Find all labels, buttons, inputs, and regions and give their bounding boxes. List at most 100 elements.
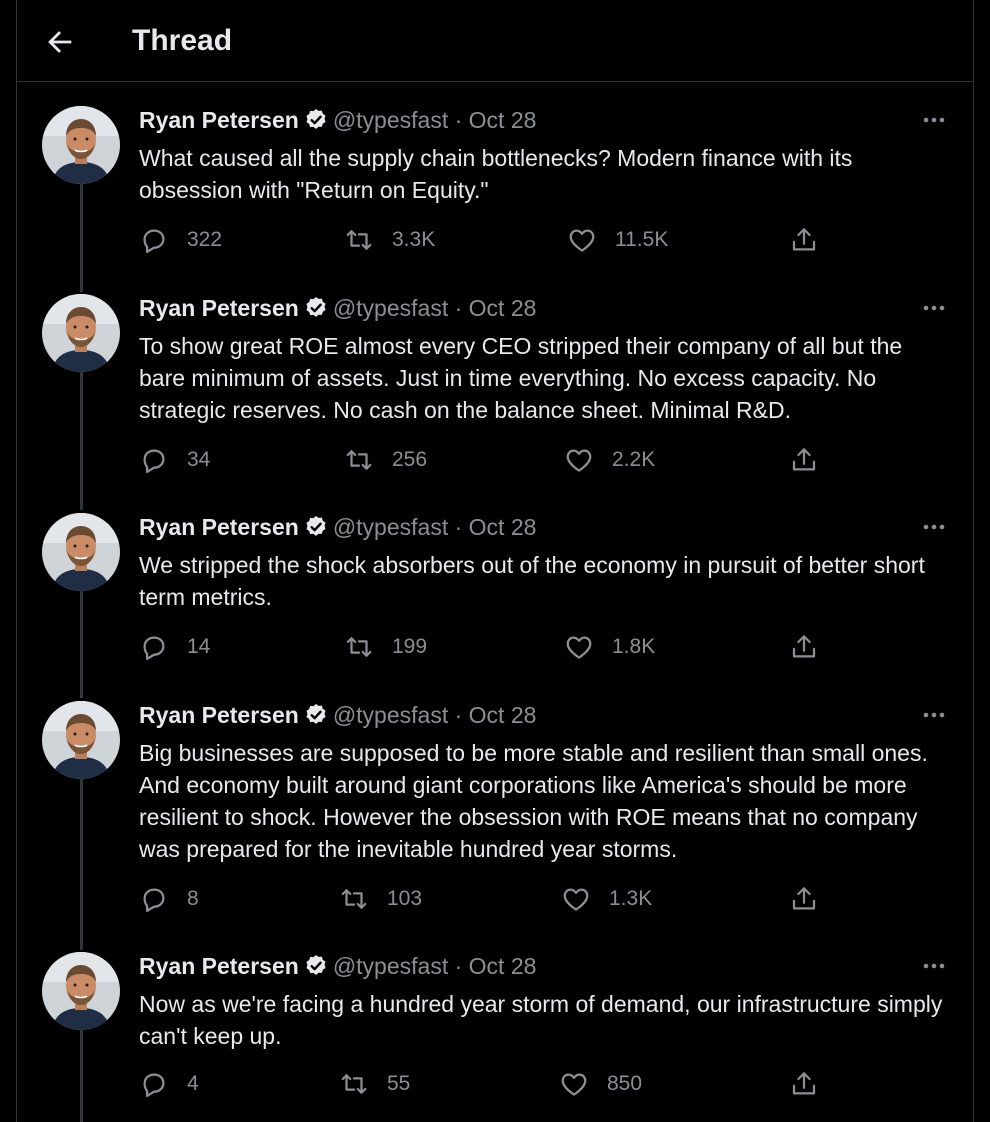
retweet-count: 199 — [392, 635, 428, 658]
reply-button[interactable]: 4 — [139, 1066, 199, 1102]
retweet-count: 55 — [387, 1072, 411, 1095]
tweet-text: We stripped the shock absorbers out of t… — [139, 552, 925, 610]
retweet-count: 3.3K — [392, 228, 436, 251]
reply-button[interactable]: 14 — [139, 629, 210, 665]
author-name[interactable]: Ryan Petersen — [139, 953, 299, 979]
like-button[interactable]: 11.5K — [567, 222, 668, 258]
tweet-actions: 8 103 1.3K — [139, 881, 839, 917]
thread-page: Thread Ryan Petersen @typesfast · Oct 28 … — [16, 0, 974, 1122]
like-button[interactable]: 2.2K — [564, 442, 655, 478]
retweet-icon — [339, 884, 387, 914]
avatar[interactable] — [42, 294, 120, 372]
share-button[interactable] — [789, 1066, 819, 1102]
reply-icon — [139, 632, 187, 662]
thread-connector — [80, 590, 83, 698]
tweet-header: Ryan Petersen @typesfast · Oct 28 — [139, 701, 536, 729]
retweet-button[interactable]: 55 — [339, 1066, 410, 1102]
more-button[interactable] — [919, 705, 949, 725]
page-title: Thread — [132, 24, 233, 57]
author-name[interactable]: Ryan Petersen — [139, 702, 299, 728]
retweet-button[interactable]: 199 — [344, 629, 427, 665]
reply-button[interactable]: 8 — [139, 881, 199, 917]
share-icon — [789, 445, 819, 475]
tweet-actions: 14 199 1.8K — [139, 629, 839, 665]
retweet-icon — [344, 445, 392, 475]
reply-icon — [139, 1069, 187, 1099]
reply-button[interactable]: 322 — [139, 222, 222, 258]
verified-badge-icon — [303, 953, 329, 979]
reply-count: 8 — [187, 887, 199, 910]
verified-badge-icon — [303, 107, 329, 133]
heart-icon — [564, 632, 612, 662]
thread-connector — [80, 778, 83, 950]
retweet-button[interactable]: 3.3K — [344, 222, 435, 258]
retweet-count: 103 — [387, 887, 423, 910]
more-button[interactable] — [919, 517, 949, 537]
author-handle[interactable]: @typesfast — [333, 107, 448, 133]
share-icon — [789, 1069, 819, 1099]
back-button[interactable] — [43, 25, 77, 59]
reply-count: 14 — [187, 635, 211, 658]
avatar[interactable] — [42, 106, 120, 184]
more-button[interactable] — [919, 110, 949, 130]
share-button[interactable] — [789, 629, 819, 665]
retweet-count: 256 — [392, 448, 428, 471]
like-button[interactable]: 850 — [559, 1066, 642, 1102]
tweet-header: Ryan Petersen @typesfast · Oct 28 — [139, 952, 536, 980]
tweet-date[interactable]: Oct 28 — [469, 953, 537, 979]
reply-count: 34 — [187, 448, 211, 471]
tweet-actions: 322 3.3K 11.5K — [139, 222, 839, 258]
tweet-date[interactable]: Oct 28 — [469, 702, 537, 728]
reply-icon — [139, 225, 187, 255]
thread-connector — [80, 182, 83, 292]
thread-connector — [80, 370, 83, 510]
share-icon — [789, 884, 819, 914]
thread-connector — [80, 1030, 83, 1122]
avatar[interactable] — [42, 701, 120, 779]
heart-icon — [564, 445, 612, 475]
author-name[interactable]: Ryan Petersen — [139, 295, 299, 321]
share-button[interactable] — [789, 442, 819, 478]
share-icon — [789, 225, 819, 255]
avatar[interactable] — [42, 952, 120, 1030]
author-handle[interactable]: @typesfast — [333, 295, 448, 321]
avatar[interactable] — [42, 513, 120, 591]
author-name[interactable]: Ryan Petersen — [139, 107, 299, 133]
heart-icon — [567, 225, 615, 255]
verified-badge-icon — [303, 295, 329, 321]
like-count: 2.2K — [612, 448, 656, 471]
like-count: 11.5K — [615, 228, 669, 251]
author-handle[interactable]: @typesfast — [333, 702, 448, 728]
arrow-left-icon — [48, 31, 72, 53]
reply-count: 4 — [187, 1072, 199, 1095]
tweet-actions: 34 256 2.2K — [139, 442, 839, 478]
reply-count: 322 — [187, 228, 223, 251]
like-count: 1.8K — [612, 635, 656, 658]
retweet-icon — [344, 632, 392, 662]
retweet-button[interactable]: 103 — [339, 881, 422, 917]
tweet-header: Ryan Petersen @typesfast · Oct 28 — [139, 106, 536, 134]
more-button[interactable] — [919, 298, 949, 318]
share-button[interactable] — [789, 881, 819, 917]
tweet-date[interactable]: Oct 28 — [469, 295, 537, 321]
author-name[interactable]: Ryan Petersen — [139, 514, 299, 540]
tweet-actions: 4 55 850 — [139, 1066, 839, 1102]
retweet-button[interactable]: 256 — [344, 442, 427, 478]
reply-button[interactable]: 34 — [139, 442, 210, 478]
heart-icon — [561, 884, 609, 914]
verified-badge-icon — [303, 514, 329, 540]
tweet-date[interactable]: Oct 28 — [469, 107, 537, 133]
like-count: 1.3K — [609, 887, 653, 910]
like-button[interactable]: 1.3K — [561, 881, 652, 917]
like-button[interactable]: 1.8K — [564, 629, 655, 665]
more-button[interactable] — [919, 956, 949, 976]
tweet-header: Ryan Petersen @typesfast · Oct 28 — [139, 294, 536, 322]
tweet-text: Now as we're facing a hundred year storm… — [139, 991, 943, 1049]
author-handle[interactable]: @typesfast — [333, 953, 448, 979]
share-button[interactable] — [789, 222, 819, 258]
tweet-date[interactable]: Oct 28 — [469, 514, 537, 540]
tweet-header: Ryan Petersen @typesfast · Oct 28 — [139, 513, 536, 541]
retweet-icon — [344, 225, 392, 255]
tweet-text: To show great ROE almost every CEO strip… — [139, 333, 903, 423]
author-handle[interactable]: @typesfast — [333, 514, 448, 540]
